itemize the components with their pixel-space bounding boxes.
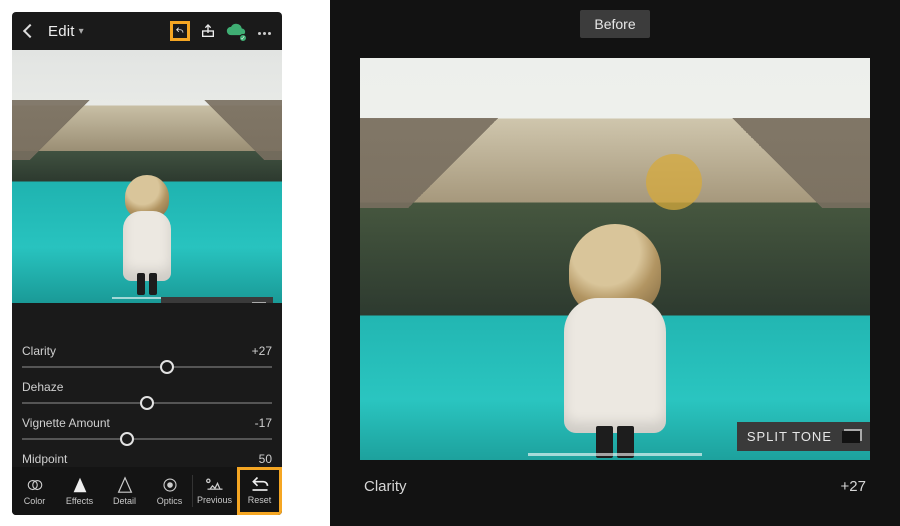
back-icon[interactable] (20, 21, 40, 41)
slider-row: Clarity +27 (22, 344, 272, 358)
slider-row: Clarity +27 (360, 478, 870, 495)
slider-label: Dehaze (22, 380, 63, 394)
slider-label: Clarity (364, 478, 407, 495)
tool-label: Effects (66, 496, 93, 506)
tool-detail[interactable]: Detail (102, 467, 147, 515)
split-tone-label: SPLIT TONE (169, 302, 243, 303)
chevron-down-icon: ▾ (79, 26, 84, 37)
slider-value: +27 (252, 344, 272, 358)
slider-label: Clarity (22, 344, 56, 358)
split-tone-icon (842, 431, 860, 443)
before-label: Before (580, 10, 649, 38)
tool-effects[interactable]: Effects (57, 467, 102, 515)
split-tone-button[interactable]: SPLIT TONE (737, 422, 870, 451)
tool-label: Detail (113, 496, 136, 506)
tool-reset[interactable]: Reset (237, 467, 282, 515)
slider-row: Vignette Amount -17 (22, 416, 272, 430)
phone-window: Edit ▾ ✓ SPLIT TONE (12, 12, 282, 515)
tool-previous[interactable]: Previous (192, 467, 237, 515)
touch-indicator-icon (646, 154, 702, 210)
phone-topbar: Edit ▾ ✓ (12, 12, 282, 50)
tool-color[interactable]: Color (12, 467, 57, 515)
bottom-toolbar: Color Effects Detail Optics Previous Res… (12, 467, 282, 515)
undo-icon[interactable] (170, 21, 190, 41)
split-tone-button[interactable]: SPLIT TONE (161, 297, 273, 303)
tool-label: Color (24, 496, 46, 506)
effects-panel: Clarity +27 Dehaze Vignette Amount -17 M… (12, 312, 282, 467)
share-icon[interactable] (198, 21, 218, 41)
dehaze-slider[interactable] (22, 402, 272, 404)
tool-label: Reset (248, 495, 272, 505)
split-tone-label: SPLIT TONE (747, 429, 832, 444)
slider-value: +27 (841, 478, 866, 495)
edit-photo[interactable]: SPLIT TONE (12, 50, 282, 303)
slider-row: Dehaze (22, 380, 272, 394)
tool-optics[interactable]: Optics (147, 467, 192, 515)
slider-row: Midpoint 50 (22, 452, 272, 466)
tool-label: Previous (197, 495, 232, 505)
vignette-slider[interactable] (22, 438, 272, 440)
slider-value: -17 (255, 416, 272, 430)
clarity-slider[interactable] (22, 366, 272, 368)
tool-label: Optics (157, 496, 183, 506)
cloud-sync-icon[interactable]: ✓ (226, 21, 246, 41)
more-icon[interactable] (254, 21, 274, 41)
slider-value: 50 (259, 452, 272, 466)
slider-label: Midpoint (22, 452, 67, 466)
before-photo[interactable] (360, 58, 870, 460)
mode-label[interactable]: Edit (48, 23, 75, 40)
slider-label: Vignette Amount (22, 416, 110, 430)
before-preview-panel: Before SPLIT TONE Clarity +27 (330, 0, 900, 526)
